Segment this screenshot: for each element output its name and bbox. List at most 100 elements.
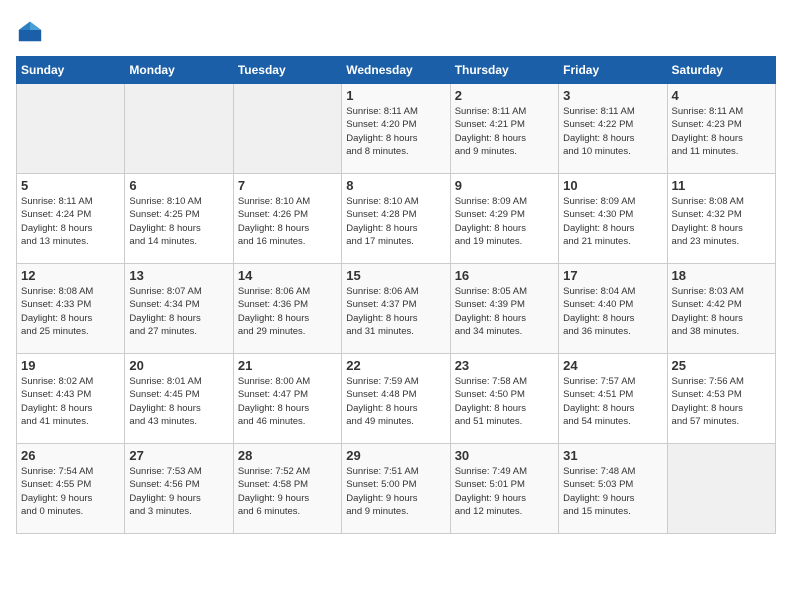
day-number: 10 <box>563 178 662 193</box>
day-number: 21 <box>238 358 337 373</box>
weekday-header-sunday: Sunday <box>17 57 125 84</box>
day-info: Sunrise: 7:49 AM Sunset: 5:01 PM Dayligh… <box>455 465 554 518</box>
day-number: 9 <box>455 178 554 193</box>
calendar-cell: 17 Sunrise: 8:04 AM Sunset: 4:40 PM Dayli… <box>559 264 667 354</box>
day-number: 4 <box>672 88 771 103</box>
calendar-week-row: 1Sunrise: 8:11 AM Sunset: 4:20 PM Daylig… <box>17 84 776 174</box>
weekday-header-tuesday: Tuesday <box>233 57 341 84</box>
calendar-cell: 22Sunrise: 7:59 AM Sunset: 4:48 PM Dayli… <box>342 354 450 444</box>
calendar-cell: 30 Sunrise: 7:49 AM Sunset: 5:01 PM Dayli… <box>450 444 558 534</box>
day-info: Sunrise: 8:11 AM Sunset: 4:20 PM Dayligh… <box>346 105 445 158</box>
calendar-table: SundayMondayTuesdayWednesdayThursdayFrid… <box>16 56 776 534</box>
day-info: Sunrise: 7:51 AM Sunset: 5:00 PM Dayligh… <box>346 465 445 518</box>
calendar-cell: 15 Sunrise: 8:06 AM Sunset: 4:37 PM Dayli… <box>342 264 450 354</box>
page-header <box>16 16 776 44</box>
day-info: Sunrise: 8:09 AM Sunset: 4:29 PM Dayligh… <box>455 195 554 248</box>
weekday-header-thursday: Thursday <box>450 57 558 84</box>
calendar-cell: 18 Sunrise: 8:03 AM Sunset: 4:42 PM Dayli… <box>667 264 775 354</box>
day-number: 8 <box>346 178 445 193</box>
day-number: 25 <box>672 358 771 373</box>
calendar-week-row: 5 Sunrise: 8:11 AM Sunset: 4:24 PM Daylig… <box>17 174 776 264</box>
day-info: Sunrise: 8:02 AM Sunset: 4:43 PM Dayligh… <box>21 375 120 428</box>
day-info: Sunrise: 8:00 AM Sunset: 4:47 PM Dayligh… <box>238 375 337 428</box>
calendar-cell: 13 Sunrise: 8:07 AM Sunset: 4:34 PM Dayli… <box>125 264 233 354</box>
day-number: 24 <box>563 358 662 373</box>
day-number: 20 <box>129 358 228 373</box>
day-number: 15 <box>346 268 445 283</box>
logo-icon <box>16 16 44 44</box>
calendar-cell <box>667 444 775 534</box>
day-info: Sunrise: 7:58 AM Sunset: 4:50 PM Dayligh… <box>455 375 554 428</box>
day-info: Sunrise: 8:08 AM Sunset: 4:32 PM Dayligh… <box>672 195 771 248</box>
calendar-cell: 16 Sunrise: 8:05 AM Sunset: 4:39 PM Dayli… <box>450 264 558 354</box>
day-number: 14 <box>238 268 337 283</box>
day-info: Sunrise: 8:04 AM Sunset: 4:40 PM Dayligh… <box>563 285 662 338</box>
calendar-cell: 14 Sunrise: 8:06 AM Sunset: 4:36 PM Dayli… <box>233 264 341 354</box>
calendar-cell <box>233 84 341 174</box>
day-number: 17 <box>563 268 662 283</box>
calendar-cell: 4Sunrise: 8:11 AM Sunset: 4:23 PM Daylig… <box>667 84 775 174</box>
day-info: Sunrise: 8:07 AM Sunset: 4:34 PM Dayligh… <box>129 285 228 338</box>
calendar-week-row: 12 Sunrise: 8:08 AM Sunset: 4:33 PM Dayli… <box>17 264 776 354</box>
calendar-cell: 25 Sunrise: 7:56 AM Sunset: 4:53 PM Dayli… <box>667 354 775 444</box>
day-info: Sunrise: 8:10 AM Sunset: 4:25 PM Dayligh… <box>129 195 228 248</box>
calendar-cell: 10 Sunrise: 8:09 AM Sunset: 4:30 PM Dayli… <box>559 174 667 264</box>
day-number: 29 <box>346 448 445 463</box>
day-number: 3 <box>563 88 662 103</box>
day-info: Sunrise: 8:10 AM Sunset: 4:28 PM Dayligh… <box>346 195 445 248</box>
day-info: Sunrise: 8:06 AM Sunset: 4:37 PM Dayligh… <box>346 285 445 338</box>
day-number: 11 <box>672 178 771 193</box>
day-info: Sunrise: 8:01 AM Sunset: 4:45 PM Dayligh… <box>129 375 228 428</box>
calendar-cell: 3 Sunrise: 8:11 AM Sunset: 4:22 PM Daylig… <box>559 84 667 174</box>
calendar-cell: 11 Sunrise: 8:08 AM Sunset: 4:32 PM Dayli… <box>667 174 775 264</box>
calendar-cell: 8 Sunrise: 8:10 AM Sunset: 4:28 PM Daylig… <box>342 174 450 264</box>
day-info: Sunrise: 7:54 AM Sunset: 4:55 PM Dayligh… <box>21 465 120 518</box>
day-number: 5 <box>21 178 120 193</box>
calendar-cell: 27 Sunrise: 7:53 AM Sunset: 4:56 PM Dayli… <box>125 444 233 534</box>
day-info: Sunrise: 7:57 AM Sunset: 4:51 PM Dayligh… <box>563 375 662 428</box>
day-number: 30 <box>455 448 554 463</box>
day-number: 12 <box>21 268 120 283</box>
day-number: 26 <box>21 448 120 463</box>
day-info: Sunrise: 8:05 AM Sunset: 4:39 PM Dayligh… <box>455 285 554 338</box>
calendar-week-row: 26 Sunrise: 7:54 AM Sunset: 4:55 PM Dayli… <box>17 444 776 534</box>
calendar-cell: 7Sunrise: 8:10 AM Sunset: 4:26 PM Daylig… <box>233 174 341 264</box>
day-number: 23 <box>455 358 554 373</box>
calendar-cell: 24 Sunrise: 7:57 AM Sunset: 4:51 PM Dayli… <box>559 354 667 444</box>
day-number: 31 <box>563 448 662 463</box>
logo <box>16 16 48 44</box>
calendar-cell: 9 Sunrise: 8:09 AM Sunset: 4:29 PM Daylig… <box>450 174 558 264</box>
weekday-header-row: SundayMondayTuesdayWednesdayThursdayFrid… <box>17 57 776 84</box>
calendar-cell <box>17 84 125 174</box>
calendar-cell: 28Sunrise: 7:52 AM Sunset: 4:58 PM Dayli… <box>233 444 341 534</box>
day-number: 16 <box>455 268 554 283</box>
day-info: Sunrise: 8:09 AM Sunset: 4:30 PM Dayligh… <box>563 195 662 248</box>
day-info: Sunrise: 8:03 AM Sunset: 4:42 PM Dayligh… <box>672 285 771 338</box>
weekday-header-friday: Friday <box>559 57 667 84</box>
calendar-cell: 19 Sunrise: 8:02 AM Sunset: 4:43 PM Dayli… <box>17 354 125 444</box>
calendar-cell <box>125 84 233 174</box>
day-info: Sunrise: 8:06 AM Sunset: 4:36 PM Dayligh… <box>238 285 337 338</box>
calendar-cell: 12 Sunrise: 8:08 AM Sunset: 4:33 PM Dayli… <box>17 264 125 354</box>
calendar-cell: 21 Sunrise: 8:00 AM Sunset: 4:47 PM Dayli… <box>233 354 341 444</box>
day-info: Sunrise: 8:08 AM Sunset: 4:33 PM Dayligh… <box>21 285 120 338</box>
calendar-cell: 1Sunrise: 8:11 AM Sunset: 4:20 PM Daylig… <box>342 84 450 174</box>
day-info: Sunrise: 7:56 AM Sunset: 4:53 PM Dayligh… <box>672 375 771 428</box>
calendar-cell: 20 Sunrise: 8:01 AM Sunset: 4:45 PM Dayli… <box>125 354 233 444</box>
day-number: 13 <box>129 268 228 283</box>
day-info: Sunrise: 8:11 AM Sunset: 4:22 PM Dayligh… <box>563 105 662 158</box>
day-number: 28 <box>238 448 337 463</box>
day-info: Sunrise: 7:59 AM Sunset: 4:48 PM Dayligh… <box>346 375 445 428</box>
weekday-header-wednesday: Wednesday <box>342 57 450 84</box>
calendar-cell: 2Sunrise: 8:11 AM Sunset: 4:21 PM Daylig… <box>450 84 558 174</box>
day-number: 2 <box>455 88 554 103</box>
day-info: Sunrise: 7:53 AM Sunset: 4:56 PM Dayligh… <box>129 465 228 518</box>
calendar-cell: 31Sunrise: 7:48 AM Sunset: 5:03 PM Dayli… <box>559 444 667 534</box>
day-number: 27 <box>129 448 228 463</box>
day-number: 19 <box>21 358 120 373</box>
calendar-cell: 29 Sunrise: 7:51 AM Sunset: 5:00 PM Dayli… <box>342 444 450 534</box>
day-number: 18 <box>672 268 771 283</box>
day-info: Sunrise: 8:11 AM Sunset: 4:24 PM Dayligh… <box>21 195 120 248</box>
calendar-cell: 26 Sunrise: 7:54 AM Sunset: 4:55 PM Dayli… <box>17 444 125 534</box>
calendar-cell: 6Sunrise: 8:10 AM Sunset: 4:25 PM Daylig… <box>125 174 233 264</box>
